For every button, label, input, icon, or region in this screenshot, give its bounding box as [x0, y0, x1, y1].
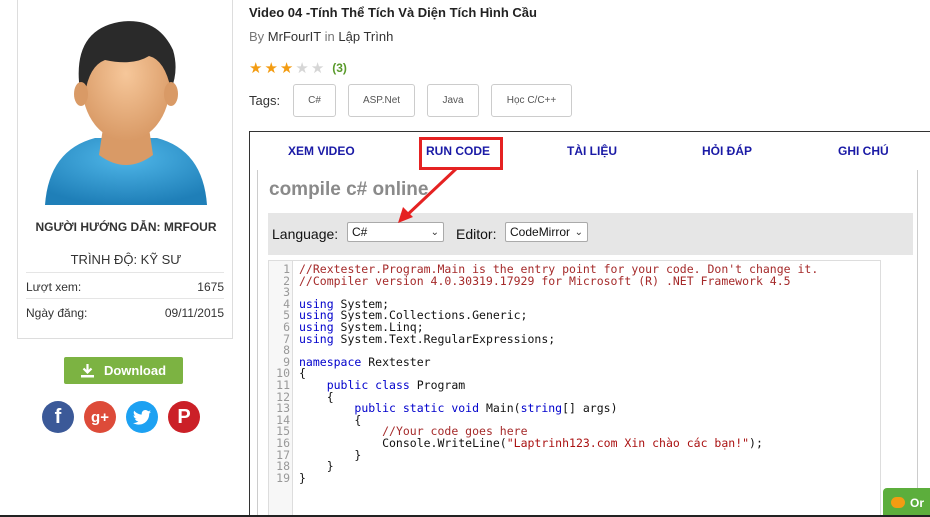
divider [26, 272, 224, 273]
tab-tai-lieu[interactable]: TÀI LIỆU [567, 144, 617, 158]
chevron-down-icon: ⌄ [430, 226, 439, 238]
rating-stars: ★ ★ ★ ★ ★ (3) [249, 59, 347, 77]
byline: By MrFourIT in Lập Trình [249, 29, 393, 44]
date-row: Ngày đăng: 09/11/2015 [26, 306, 224, 320]
language-value: C# [352, 225, 368, 239]
facebook-icon[interactable]: f [42, 401, 74, 433]
editor-select[interactable]: CodeMirror ⌄ [505, 222, 588, 242]
editor-label: Editor: [456, 226, 497, 242]
twitter-icon[interactable] [126, 401, 158, 433]
tab-xem-video[interactable]: XEM VIDEO [288, 144, 355, 158]
tags-label: Tags: [249, 93, 281, 108]
code-token: //Compiler version 4.0.30319.17929 for M… [299, 273, 791, 288]
language-select[interactable]: C# ⌄ [347, 222, 444, 242]
date-label: Ngày đăng: [26, 306, 88, 320]
star-icon[interactable]: ★ [295, 59, 308, 77]
download-icon [80, 363, 94, 377]
views-label: Lượt xem: [26, 280, 82, 294]
date-value: 09/11/2015 [164, 306, 224, 320]
star-icon[interactable]: ★ [280, 59, 293, 77]
star-icon[interactable]: ★ [311, 59, 324, 77]
download-button[interactable]: Download [64, 357, 183, 384]
language-label: Language: [272, 226, 339, 242]
star-icon[interactable]: ★ [249, 59, 262, 77]
line-number: 19 [276, 470, 290, 485]
code-token: ); [749, 436, 763, 450]
code-token: "Laptrinh123.com Xin chào các bạn!" [506, 436, 750, 450]
tag-java[interactable]: Java [427, 84, 479, 117]
code-token: System.Text.RegularExpressions; [333, 331, 556, 346]
code-line[interactable]: 7 using System.Text.RegularExpressions; [269, 331, 880, 346]
twitter-bird-glyph [133, 409, 151, 425]
author-profile-card: NGƯỜI HƯỚNG DẪN: MRFOUR TRÌNH ĐỘ: KỸ SƯ … [17, 0, 233, 339]
code-token: public static void [354, 401, 480, 416]
star-icon[interactable]: ★ [264, 59, 277, 77]
by-label: By [249, 29, 265, 44]
video-title: Video 04 -Tính Thể Tích Và Diện Tích Hìn… [249, 5, 537, 20]
code-token: public class [326, 378, 410, 392]
category-link[interactable]: Lập Trình [338, 29, 393, 44]
editor-value: CodeMirror [510, 225, 571, 239]
code-token: namespace [299, 354, 362, 369]
download-label: Download [103, 363, 167, 378]
tab-hoi-dap[interactable]: HỎI ĐÁP [702, 144, 752, 158]
code-token: string [520, 401, 563, 416]
chevron-down-icon: ⌄ [574, 226, 583, 238]
code-line[interactable]: 9 namespace Rextester [269, 354, 880, 369]
content-panel: XEM VIDEO RUN CODE TÀI LIỆU HỎI ĐÁP GHI … [249, 131, 930, 517]
code-token: Program [409, 378, 466, 392]
tag-aspnet[interactable]: ASP.Net [348, 84, 415, 117]
pinterest-icon[interactable]: P [168, 401, 200, 433]
code-token: Main( [479, 401, 521, 416]
code-line[interactable]: 11 public class Program [269, 378, 880, 392]
chat-icon [891, 497, 905, 508]
compiler-toolbar: Language: C# ⌄ Editor: CodeMirror ⌄ [268, 213, 913, 255]
tag-csharp[interactable]: C# [293, 84, 336, 117]
code-editor[interactable]: 1//Rextester.Program.Main is the entry p… [268, 260, 881, 517]
author-name: NGƯỜI HƯỚNG DẪN: MRFOUR [35, 220, 217, 234]
author-level: TRÌNH ĐỘ: KỸ SƯ [70, 252, 182, 267]
tag-hoc-c-cpp[interactable]: Học C/C++ [491, 84, 572, 117]
in-label: in [324, 29, 335, 44]
views-value: 1675 [197, 280, 224, 294]
views-row: Lượt xem: 1675 [26, 280, 224, 294]
code-token: Rextester [361, 354, 431, 369]
google-plus-icon[interactable]: g+ [84, 401, 116, 433]
code-token: [] args) [562, 401, 618, 416]
compiler-title: compile c# online [269, 179, 429, 200]
avatar [45, 21, 207, 205]
compiler-frame: compile c# online Language: C# ⌄ Editor:… [257, 170, 918, 517]
code-line[interactable]: 18 } [269, 460, 880, 473]
code-line[interactable]: 17 } [269, 449, 880, 462]
highlight-box [419, 137, 503, 170]
code-line[interactable]: 19} [269, 470, 880, 485]
author-link[interactable]: MrFourIT [268, 29, 321, 44]
tab-bar: XEM VIDEO RUN CODE TÀI LIỆU HỎI ĐÁP GHI … [250, 132, 930, 170]
chat-label: Or [910, 495, 925, 510]
divider [26, 298, 224, 299]
code-line[interactable]: 2//Compiler version 4.0.30319.17929 for … [269, 273, 880, 288]
rating-count: (3) [332, 61, 347, 75]
chat-widget[interactable]: Or [883, 488, 930, 517]
code-token: using [299, 331, 334, 346]
code-token: } [299, 470, 306, 485]
tab-ghi-chu[interactable]: GHI CHÚ [838, 144, 889, 158]
